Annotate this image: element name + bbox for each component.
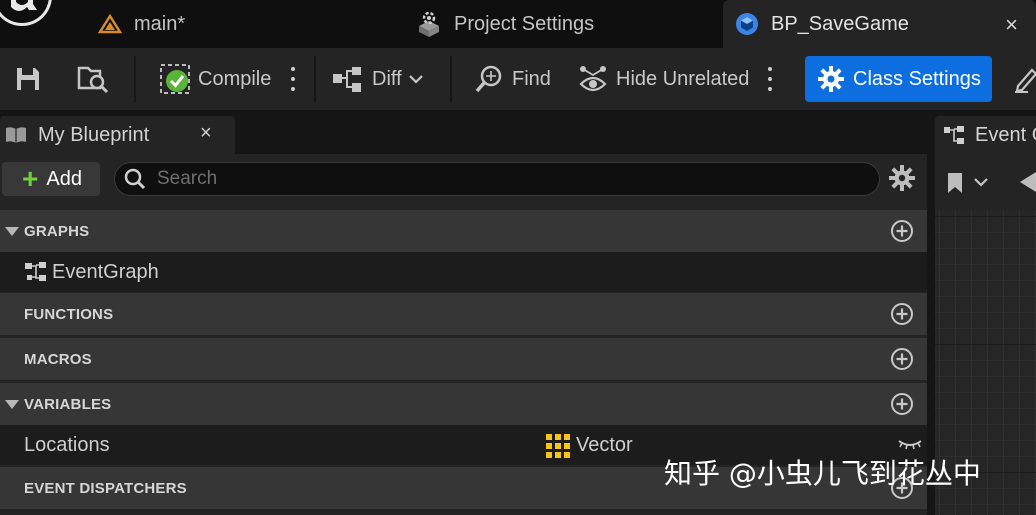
blueprint-class-icon bbox=[735, 12, 759, 36]
class-settings-button[interactable]: Class Settings bbox=[805, 56, 992, 102]
diff-label: Diff bbox=[372, 67, 402, 90]
close-tab-icon[interactable]: × bbox=[1005, 12, 1018, 38]
save-button[interactable] bbox=[14, 48, 42, 110]
back-arrow-icon[interactable] bbox=[1017, 170, 1036, 194]
tab-bp-savegame-label: BP_SaveGame bbox=[771, 12, 909, 35]
hide-unrelated-icon bbox=[579, 66, 607, 92]
browse-icon bbox=[77, 66, 109, 94]
add-graph-icon[interactable] bbox=[890, 219, 914, 243]
bookmark-icon[interactable] bbox=[945, 172, 965, 194]
variable-type[interactable]: Vector bbox=[576, 434, 633, 457]
chevron-down-icon[interactable] bbox=[973, 176, 989, 188]
event-graph-tab-label: Event Graph bbox=[975, 123, 1036, 146]
save-icon bbox=[17, 68, 39, 90]
eye-closed-icon[interactable] bbox=[897, 437, 923, 451]
section-graphs-label: GRAPHS bbox=[24, 222, 90, 240]
section-macros-label: MACROS bbox=[24, 350, 92, 368]
level-icon bbox=[98, 14, 122, 34]
gear-icon bbox=[818, 66, 844, 92]
edit-icon bbox=[1015, 68, 1036, 93]
find-button[interactable]: Find bbox=[474, 48, 551, 110]
section-variables-label: VARIABLES bbox=[24, 395, 112, 413]
graph-icon bbox=[943, 125, 965, 145]
tab-my-blueprint[interactable]: My Blueprint × bbox=[0, 116, 235, 154]
section-event-dispatchers-label: EVENT DISPATCHERS bbox=[24, 479, 187, 497]
find-label: Find bbox=[512, 67, 551, 90]
graph-toolbar bbox=[935, 154, 1036, 210]
hide-unrelated-options-icon[interactable] bbox=[767, 67, 773, 91]
unreal-logo-icon[interactable] bbox=[0, 0, 60, 34]
tab-project-settings-label: Project Settings bbox=[454, 12, 595, 35]
compile-label: Compile bbox=[198, 67, 272, 90]
diff-button[interactable]: Diff bbox=[332, 48, 424, 110]
section-graphs[interactable]: GRAPHS bbox=[0, 210, 927, 252]
add-macro-icon[interactable] bbox=[890, 347, 914, 371]
compile-button[interactable]: Compile bbox=[160, 48, 271, 110]
graph-icon bbox=[25, 262, 46, 281]
my-blueprint-title: My Blueprint bbox=[38, 123, 150, 146]
list-item-eventgraph[interactable]: EventGraph bbox=[0, 252, 927, 292]
watermark-text: 知乎 @小虫儿飞到花丛中 bbox=[664, 457, 981, 490]
add-variable-icon[interactable] bbox=[890, 392, 914, 416]
tab-project-settings[interactable]: Project Settings bbox=[416, 0, 594, 48]
array-type-icon bbox=[546, 434, 570, 458]
section-functions-label: FUNCTIONS bbox=[24, 305, 114, 323]
tab-main-label: main* bbox=[134, 12, 186, 35]
section-functions[interactable]: FUNCTIONS bbox=[0, 293, 927, 335]
tab-event-graph[interactable]: Event Graph bbox=[935, 116, 1036, 154]
search-placeholder: Search bbox=[157, 168, 218, 189]
toolbar-separator bbox=[134, 56, 136, 102]
section-macros[interactable]: MACROS bbox=[0, 338, 927, 380]
view-options-gear-icon[interactable] bbox=[889, 165, 915, 191]
compile-options-icon[interactable] bbox=[290, 67, 296, 91]
plus-icon: + bbox=[22, 163, 39, 194]
close-panel-icon[interactable]: × bbox=[200, 122, 212, 145]
browse-button[interactable] bbox=[76, 48, 110, 110]
compile-ok-icon bbox=[160, 64, 190, 94]
tab-bp-savegame[interactable]: BP_SaveGame × bbox=[723, 0, 1036, 48]
add-label: Add bbox=[46, 167, 82, 190]
add-button[interactable]: + Add bbox=[2, 162, 100, 196]
settings-cube-icon bbox=[416, 11, 442, 37]
find-icon bbox=[475, 65, 502, 93]
toolbar-separator bbox=[450, 56, 452, 102]
toolbar-separator bbox=[314, 56, 316, 102]
search-icon bbox=[124, 168, 146, 190]
blueprint-toolbar: Compile Diff Find Hide Unrelated Class S… bbox=[0, 48, 1036, 110]
add-function-icon[interactable] bbox=[890, 302, 914, 326]
class-settings-label: Class Settings bbox=[853, 67, 981, 90]
eventgraph-label: EventGraph bbox=[52, 260, 159, 283]
diff-icon bbox=[333, 67, 361, 92]
expanded-arrow-icon[interactable] bbox=[5, 227, 19, 236]
search-input[interactable]: Search bbox=[114, 162, 880, 196]
class-defaults-button[interactable] bbox=[1012, 48, 1036, 110]
variable-name: Locations bbox=[24, 433, 110, 456]
hide-unrelated-label: Hide Unrelated bbox=[616, 67, 750, 90]
chevron-down-icon bbox=[408, 75, 423, 84]
expanded-arrow-icon[interactable] bbox=[5, 400, 19, 409]
hide-unrelated-button[interactable]: Hide Unrelated bbox=[578, 48, 749, 110]
document-tab-bar: main* Project Settings BP_SaveGame × bbox=[0, 0, 1036, 48]
section-variables[interactable]: VARIABLES bbox=[0, 383, 927, 425]
blueprint-book-icon bbox=[4, 125, 28, 145]
tab-main[interactable]: main* bbox=[98, 0, 185, 48]
